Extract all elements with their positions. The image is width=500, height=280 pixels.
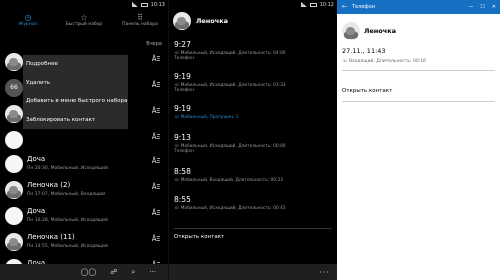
call-time: 8:58	[174, 167, 191, 176]
list-item[interactable]: Доча Пн 16:28, Мобильный, Исходящий ÅΞ	[0, 204, 168, 230]
call-back-icon[interactable]: ÅΞ	[152, 107, 161, 115]
contact-name: Леночка (2)	[27, 181, 71, 189]
divider	[342, 101, 495, 102]
title-bar: ← Телефон — ☐ ✕	[337, 0, 500, 14]
avatar	[5, 105, 23, 123]
call-detail: ☏ Мобильный, Входящий, Длительность: 00:…	[174, 178, 283, 183]
open-contact-link[interactable]: Открыть контакт	[342, 88, 392, 94]
call-back-icon[interactable]: ÅΞ	[152, 209, 161, 217]
contacts-icon[interactable]: ☍	[110, 268, 117, 276]
call-entry: 9:19 ☏ Мобильный, Исходящий, Длительност…	[174, 72, 334, 93]
back-arrow-icon[interactable]: ←	[342, 0, 347, 14]
more-icon[interactable]: ···	[319, 268, 330, 277]
divider	[174, 228, 332, 229]
contact-name: Доча	[27, 155, 46, 163]
call-back-icon[interactable]: ÅΞ	[152, 133, 161, 141]
list-item[interactable]: Леночка (11) Пн 14:55, Мобильный, Исходя…	[0, 230, 168, 256]
divider	[342, 70, 495, 71]
call-source: Телефон	[174, 149, 194, 154]
call-entry: 9:13 ☏ Мобильный, Исходящий, Длительност…	[174, 133, 334, 154]
call-detail: ☏ Мобильный, Пропущен: 1	[174, 115, 239, 120]
call-entry: 8:58 ☏ Мобильный, Входящий, Длительность…	[174, 167, 334, 183]
call-time: 9:13	[174, 133, 191, 142]
avatar	[5, 131, 23, 149]
call-source: Телефон	[174, 56, 194, 61]
app-bar: ···	[169, 264, 337, 280]
menu-item-block-contact[interactable]: Заблокировать контакт	[23, 111, 128, 130]
status-time: 10:12	[319, 2, 334, 8]
call-meta: Пн 14:55, Мобильный, Исходящий	[27, 244, 108, 249]
battery-icon	[140, 3, 148, 7]
menu-item-delete[interactable]: Удалить	[23, 74, 128, 93]
signal-icon	[131, 2, 138, 7]
avatar	[5, 181, 23, 199]
call-details-panel: 10:12 Леночка 9:27 ☏ Мобильный, Исходящи…	[168, 0, 337, 280]
open-contact-link[interactable]: Открыть контакт	[174, 234, 224, 240]
call-meta: Пн 16:28, Мобильный, Исходящий	[27, 218, 108, 223]
call-back-icon[interactable]: ÅΞ	[152, 81, 161, 89]
list-item[interactable]: Леночка (2) Пн 17:07, Мобильный, Входящи…	[0, 178, 168, 204]
contact-header: Леночка	[169, 10, 337, 40]
avatar	[173, 12, 191, 30]
avatar	[5, 207, 23, 225]
avatar: 66	[5, 79, 23, 97]
menu-item-add-speed-dial[interactable]: Добавить в меню быстрого набора	[23, 92, 128, 111]
app-title: Телефон	[352, 4, 376, 10]
contact-name: Леночка (11)	[27, 233, 75, 241]
close-icon[interactable]: ✕	[492, 0, 496, 14]
tab-bar: ◷ Журнал ☆ Быстрый набор ⠿ Панель набора	[0, 10, 168, 38]
call-detail: ☏ Входящий, Длительность: 00:16	[342, 59, 426, 64]
tab-label: Журнал	[18, 22, 38, 27]
status-bar: 10:12	[169, 0, 337, 10]
contact-header: Леночка	[337, 14, 500, 48]
tab-speed-dial[interactable]: ☆ Быстрый набор	[56, 10, 112, 38]
call-time: 27.11., 11:43	[342, 47, 386, 55]
call-back-icon[interactable]: ÅΞ	[152, 235, 161, 243]
tab-keypad[interactable]: ⠿ Панель набора	[112, 10, 168, 38]
maximize-icon[interactable]: ☐	[480, 0, 484, 14]
section-label: Вчера	[146, 41, 162, 47]
window-controls: — ☐ ✕	[468, 0, 500, 14]
call-entry: 9:27 ☏ Мобильный, Исходящий, Длительност…	[174, 40, 334, 61]
contact-name: Леночка	[364, 27, 397, 35]
desktop-phone-window: ← Телефон — ☐ ✕ Леночка 27.11., 11:43 ☏ …	[337, 0, 500, 280]
context-menu: Подробнее Удалить Добавить в меню быстро…	[23, 55, 128, 129]
avatar	[5, 53, 23, 71]
menu-item-details[interactable]: Подробнее	[23, 55, 128, 74]
status-time: 10:13	[150, 2, 165, 8]
call-meta: Пн 20:30, Мобильный, Исходящий	[27, 166, 108, 171]
call-meta: Пн 17:07, Мобильный, Входящий	[27, 192, 106, 197]
call-time: 9:19	[174, 104, 191, 113]
call-back-icon[interactable]: ÅΞ	[152, 55, 161, 63]
contact-name: Доча	[27, 207, 46, 215]
search-icon[interactable]: ⌕	[131, 268, 135, 277]
call-back-icon[interactable]: ÅΞ	[152, 157, 161, 165]
more-icon[interactable]: ···	[149, 268, 156, 276]
avatar	[5, 233, 23, 251]
avatar	[342, 22, 360, 40]
call-time: 9:19	[174, 72, 191, 81]
tab-label: Панель набора	[122, 22, 158, 27]
tab-label: Быстрый набор	[65, 22, 103, 27]
signal-icon	[300, 2, 307, 7]
call-source: Телефон	[174, 88, 194, 93]
voicemail-icon[interactable]: ◯◯	[81, 268, 97, 276]
call-history-panel: 10:13 ◷ Журнал ☆ Быстрый набор ⠿ Панель …	[0, 0, 168, 280]
list-item[interactable]: ÅΞ	[0, 128, 168, 154]
call-entry: 9:19 ☏ Мобильный, Пропущен: 1	[174, 104, 334, 120]
call-time: 8:55	[174, 195, 191, 204]
minimize-icon[interactable]: —	[468, 0, 473, 14]
battery-icon	[309, 3, 317, 7]
avatar	[5, 155, 23, 173]
call-entry: 8:55 ☏ Мобильный, Исходящий, Длительност…	[174, 195, 334, 211]
contact-name: Леночка	[196, 17, 229, 25]
tab-history[interactable]: ◷ Журнал	[0, 10, 56, 38]
call-back-icon[interactable]: ÅΞ	[152, 183, 161, 191]
call-time: 9:27	[174, 40, 191, 49]
call-detail: ☏ Мобильный, Исходящий, Длительность: 00…	[174, 206, 286, 211]
list-item[interactable]: Доча Пн 20:30, Мобильный, Исходящий ÅΞ	[0, 152, 168, 178]
status-bar: 10:13	[0, 0, 168, 10]
app-bar: ◯◯ ☍ ⌕ ···	[0, 264, 168, 280]
